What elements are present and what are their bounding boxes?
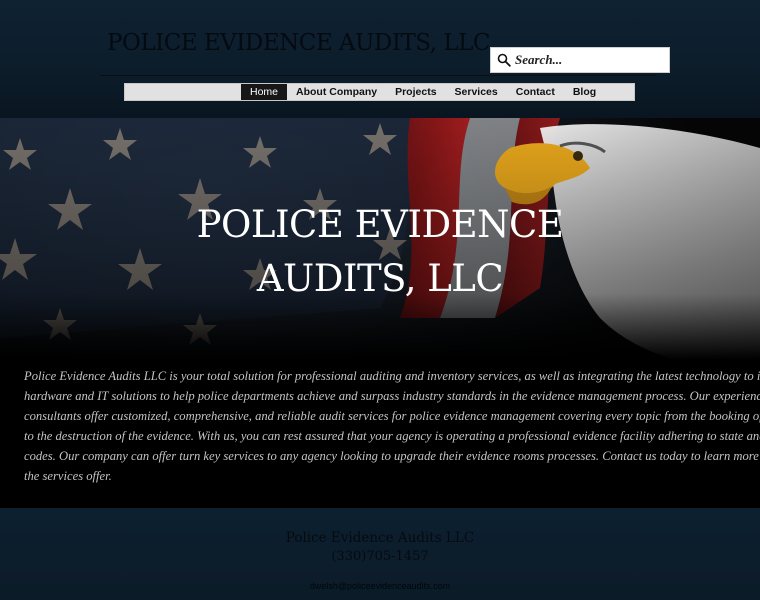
site-title[interactable]: POLICE EVIDENCE AUDITS, LLC [107, 30, 491, 56]
description-line: to the destruction of the evidence. With… [24, 429, 760, 443]
hero-title-line-2: AUDITS, LLC [256, 257, 504, 300]
nav-item-home[interactable]: Home [241, 84, 288, 100]
main-nav: Home About Company Projects Services Con… [124, 83, 635, 101]
footer-phone[interactable]: (330)705-1457 [0, 549, 760, 564]
description-line: consultants offer customized, comprehens… [24, 409, 760, 423]
description-line: hardware and IT solutions to help police… [24, 389, 760, 403]
search-box[interactable] [490, 47, 670, 73]
footer-company-name: Police Evidence Audits LLC [285, 530, 475, 546]
nav-item-services[interactable]: Services [446, 84, 507, 100]
nav-item-contact[interactable]: Contact [507, 84, 564, 100]
nav-item-blog[interactable]: Blog [564, 84, 605, 100]
site-header: POLICE EVIDENCE AUDITS, LLC Home About C… [0, 0, 760, 118]
search-icon[interactable] [497, 53, 511, 67]
nav-item-projects[interactable]: Projects [386, 84, 445, 100]
description-line: codes. Our company can offer turn key se… [24, 449, 760, 463]
site-footer: Police Evidence Audits LLC (330)705-1457… [0, 508, 760, 600]
search-input[interactable] [513, 50, 663, 70]
hero-section: POLICE EVIDENCE AUDITS, LLC Police Evide… [0, 118, 760, 508]
header-divider [100, 75, 656, 76]
hero-title-line-1: POLICE EVIDENCE [196, 203, 564, 246]
company-description: Police Evidence Audits LLC is your total… [24, 366, 760, 486]
nav-item-about-company[interactable]: About Company [287, 84, 386, 100]
footer-email-link[interactable]: dwelsh@policeevidenceaudits.com [0, 581, 760, 591]
description-line: the services offer. [24, 469, 112, 483]
hero-title: POLICE EVIDENCE AUDITS, LLC [0, 198, 760, 306]
description-line: Police Evidence Audits LLC is your total… [24, 369, 760, 383]
